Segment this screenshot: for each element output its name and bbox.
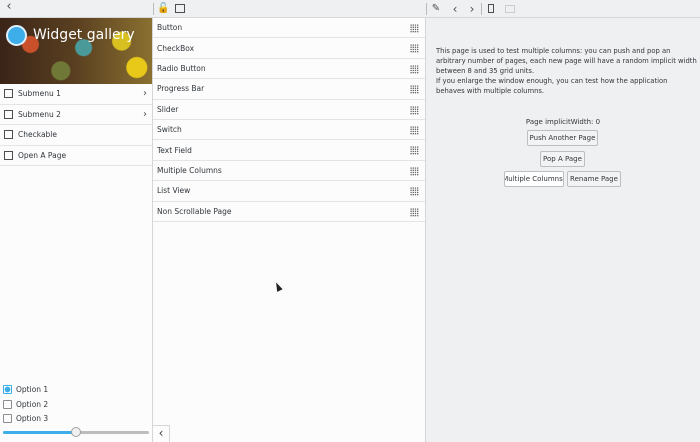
option-2-checkbox[interactable]: Option 2	[3, 400, 48, 409]
lock-icon[interactable]: 🔓	[157, 3, 169, 15]
collapse-sidebar-button[interactable]: ‹	[153, 425, 170, 442]
label: Option 1	[16, 385, 49, 394]
list-column: Button CheckBox Radio Button Progress Bar Sl…	[153, 18, 426, 442]
list-item-label: Text Field	[157, 145, 192, 155]
list-item-label: Progress Bar	[157, 84, 205, 94]
page-content: This page is used to test multiple colum…	[426, 18, 700, 442]
drag-handle-icon[interactable]	[410, 64, 419, 74]
option-1-checkbox[interactable]: Option 1	[3, 385, 48, 394]
app-logo	[6, 25, 27, 46]
drag-handle-icon[interactable]	[410, 187, 419, 197]
list-item[interactable]: CheckBox	[153, 38, 425, 59]
list-item-label: Switch	[157, 125, 182, 135]
checkbox-checked[interactable]	[3, 385, 12, 394]
drag-handle-icon[interactable]	[410, 85, 419, 95]
list-item-label: List View	[157, 186, 191, 196]
list-item[interactable]: Radio Button	[153, 59, 425, 80]
folder-icon	[4, 109, 13, 119]
list-item[interactable]: Switch	[153, 120, 425, 141]
divider	[481, 3, 482, 15]
drag-handle-icon[interactable]	[410, 125, 419, 135]
list-item-label: Non Scrollable Page	[157, 206, 232, 216]
drag-handle-icon[interactable]	[410, 105, 419, 115]
list-item[interactable]: Text Field	[153, 140, 425, 161]
divider	[426, 3, 427, 15]
list-item-label: Slider	[157, 104, 179, 114]
drag-handle-icon[interactable]	[410, 24, 419, 33]
list-item-label: Button	[157, 23, 183, 33]
checkbox[interactable]	[3, 400, 12, 409]
width-label: Page implicitWidth: 0	[525, 118, 601, 126]
label: Submenu 2	[18, 109, 61, 119]
list-item[interactable]: Progress Bar	[153, 79, 425, 100]
rename-page-button[interactable]: Rename Page	[567, 171, 621, 187]
window-icon	[4, 150, 13, 160]
label: Checkable	[18, 130, 57, 140]
chevron-left-icon: ‹	[158, 426, 164, 440]
label: Open A Page	[18, 150, 67, 160]
list-item-label: CheckBox	[157, 43, 195, 53]
slider-fill	[3, 431, 76, 434]
list-item[interactable]: Non Scrollable Page	[153, 202, 425, 222]
pencil-icon[interactable]: ✎	[430, 3, 442, 15]
chevron-right-icon: ›	[143, 88, 147, 100]
sidebar-item-submenu-1[interactable]: Submenu 1 ›	[0, 84, 152, 105]
drag-handle-icon[interactable]	[410, 207, 419, 217]
slider[interactable]	[3, 427, 149, 437]
image-icon[interactable]	[175, 4, 185, 13]
prev-icon[interactable]: ‹	[449, 3, 461, 15]
list-item[interactable]: List View	[153, 181, 425, 202]
push-page-button[interactable]: Push Another Page	[527, 130, 598, 146]
grid-icon	[4, 89, 13, 99]
sidebar-title: Widget gallery	[33, 27, 135, 43]
bookmark-icon[interactable]	[488, 4, 494, 13]
drag-handle-icon[interactable]	[410, 44, 419, 54]
title-field[interactable]: Multiple Columns	[504, 171, 564, 187]
checkbox[interactable]	[3, 414, 12, 423]
divider	[153, 3, 154, 15]
drag-handle-icon[interactable]	[410, 146, 419, 156]
sidebar-item-open-a-page[interactable]: Open A Page	[0, 146, 152, 166]
sidebar-item-checkable[interactable]: Checkable	[0, 125, 152, 146]
label: Option 3	[16, 414, 49, 423]
folder-icon	[505, 5, 515, 13]
chevron-right-icon: ›	[143, 108, 147, 120]
label: Submenu 1	[18, 89, 61, 99]
slider-handle[interactable]	[71, 427, 81, 437]
list-item[interactable]: Multiple Columns	[153, 161, 425, 182]
next-icon[interactable]: ›	[466, 3, 478, 15]
list-item[interactable]: Slider	[153, 100, 425, 120]
list-item-label: Radio Button	[157, 63, 206, 73]
pop-page-button[interactable]: Pop A Page	[540, 151, 585, 167]
page-description: This page is used to test multiple colum…	[436, 47, 697, 95]
sidebar-item-submenu-2[interactable]: Submenu 2 ›	[0, 105, 152, 125]
checklist-icon	[4, 130, 13, 140]
list-item-label: Multiple Columns	[157, 165, 222, 175]
back-icon[interactable]: ‹	[3, 0, 15, 13]
drag-handle-icon[interactable]	[410, 166, 419, 176]
list-item[interactable]: Button	[153, 18, 425, 39]
option-3-checkbox[interactable]: Option 3	[3, 414, 48, 423]
toolbar	[0, 0, 700, 18]
sidebar-banner: Widget gallery	[0, 18, 152, 84]
label: Option 2	[16, 400, 49, 409]
sidebar: Widget gallery Submenu 1 › Submenu 2 › Che…	[0, 18, 153, 442]
